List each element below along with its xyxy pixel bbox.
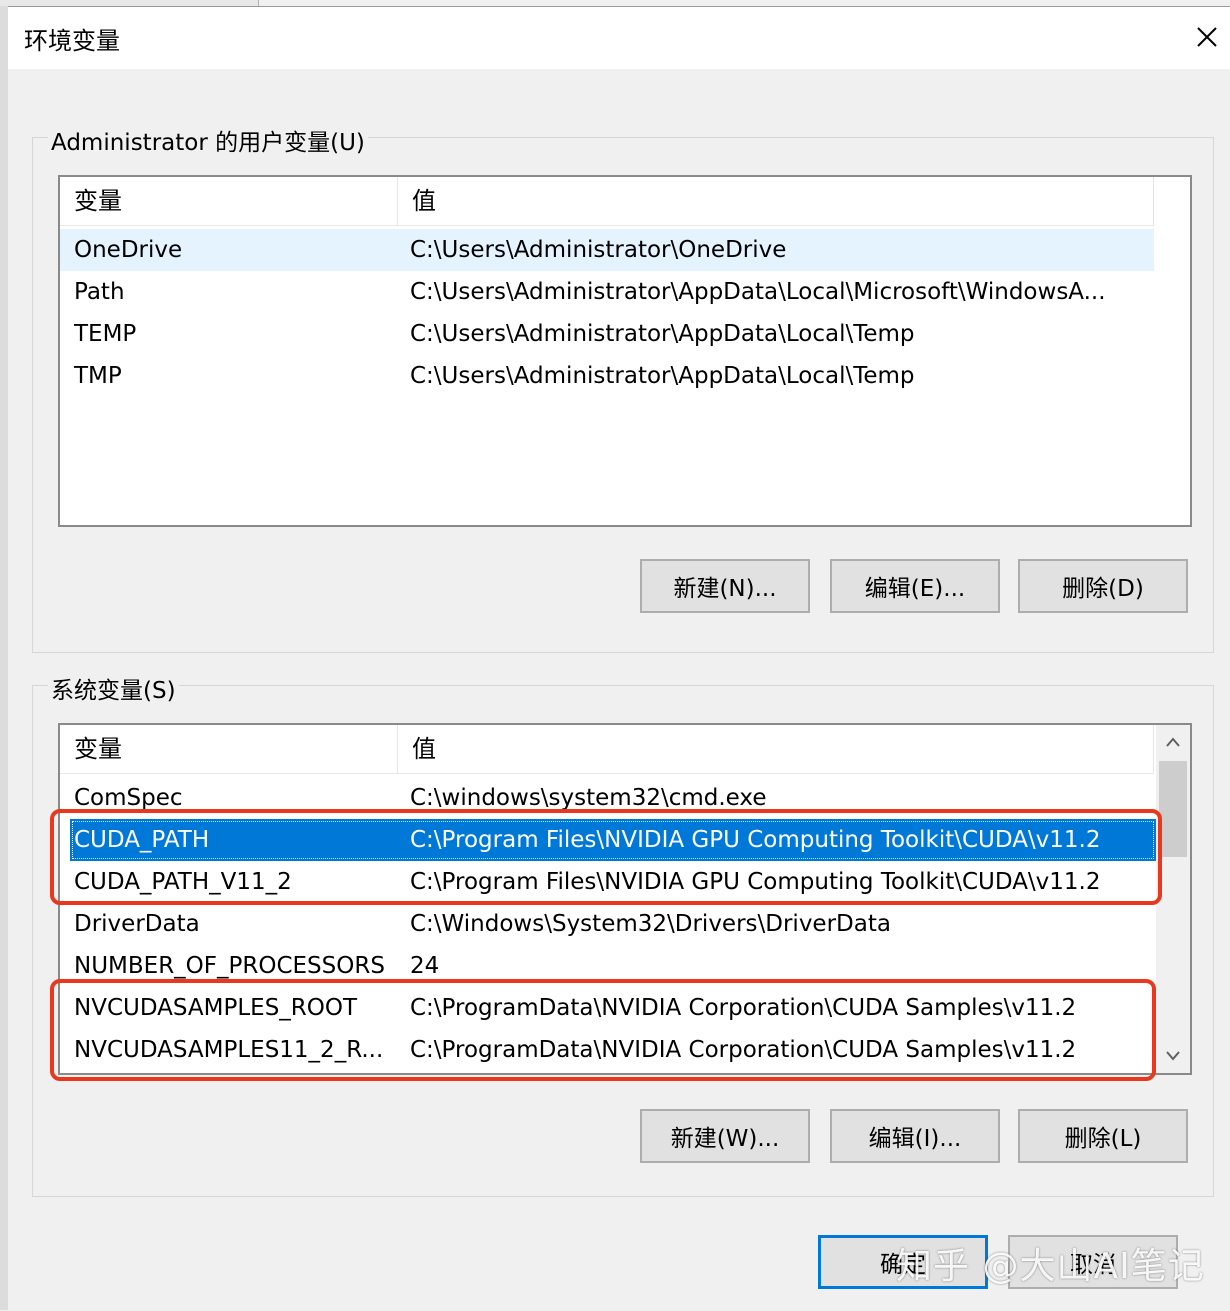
system-edit-button[interactable]: 编辑(I)... [830,1109,1000,1163]
list-item-selected[interactable]: CUDA_PATH C:\Program Files\NVIDIA GPU Co… [70,819,1156,861]
variable-name: TMP [74,363,122,389]
variable-value: C:\Users\Administrator\AppData\Local\Mic… [410,279,1106,305]
variable-name: NVCUDASAMPLES_ROOT [74,995,358,1021]
system-delete-button[interactable]: 删除(L) [1018,1109,1188,1163]
list-item[interactable]: NVCUDASAMPLES11_2_R... C:\ProgramData\NV… [60,1029,1156,1071]
variable-name: Path [74,279,125,305]
variable-name: CUDA_PATH_V11_2 [74,869,292,895]
variable-name: ComSpec [74,785,183,811]
variable-value: C:\Program Files\NVIDIA GPU Computing To… [410,869,1101,895]
list-item[interactable]: TEMP C:\Users\Administrator\AppData\Loca… [60,313,1154,355]
variable-name: NVCUDASAMPLES11_2_R... [74,1037,384,1063]
user-edit-button[interactable]: 编辑(E)... [830,559,1000,613]
column-header-variable[interactable]: 变量 [60,177,398,225]
variable-value: C:\ProgramData\NVIDIA Corporation\CUDA S… [410,1037,1077,1063]
system-new-button[interactable]: 新建(W)... [640,1109,810,1163]
close-button[interactable] [1184,7,1230,67]
list-item[interactable]: Path C:\Users\Administrator\AppData\Loca… [60,271,1154,313]
watermark: 知乎 @大山AI笔记 [896,1246,1205,1287]
user-list-header: 变量 值 [60,177,1154,226]
chevron-down-icon [1166,1051,1180,1061]
list-item[interactable]: CUDA_PATH_V11_2 C:\Program Files\NVIDIA … [60,861,1156,903]
scroll-up-button[interactable] [1156,725,1190,759]
variable-value: C:\Users\Administrator\AppData\Local\Tem… [410,363,915,389]
scroll-thumb[interactable] [1159,761,1187,857]
user-variables-label: Administrator 的用户变量(U) [48,123,368,157]
variable-value: C:\Program Files\NVIDIA GPU Computing To… [410,827,1101,853]
list-item[interactable]: NUMBER_OF_PROCESSORS 24 [60,945,1156,987]
variable-value: C:\ProgramData\NVIDIA Corporation\CUDA S… [410,995,1077,1021]
window-title: 环境变量 [24,27,120,55]
user-delete-button[interactable]: 删除(D) [1018,559,1188,613]
list-item[interactable]: TMP C:\Users\Administrator\AppData\Local… [60,355,1154,397]
variable-name: DriverData [74,911,200,937]
variable-name: CUDA_PATH [74,827,210,853]
scroll-down-button[interactable] [1156,1039,1190,1073]
list-item[interactable]: ComSpec C:\windows\system32\cmd.exe [60,777,1156,819]
variable-value: C:\windows\system32\cmd.exe [410,785,767,811]
vertical-scrollbar[interactable] [1156,725,1190,1073]
variable-value: 24 [410,953,440,979]
chevron-up-icon [1166,737,1180,747]
system-list-header: 变量 值 [60,725,1154,774]
environment-variables-dialog: 环境变量 Administrator 的用户变量(U) 变量 值 OneDriv… [8,6,1230,1311]
close-icon [1197,27,1217,47]
user-variables-list[interactable]: 变量 值 OneDrive C:\Users\Administrator\One… [58,175,1192,527]
system-variables-list[interactable]: 变量 值 ComSpec C:\windows\system32\cmd.exe… [58,723,1192,1075]
variable-value: C:\Users\Administrator\AppData\Local\Tem… [410,321,915,347]
system-variables-label: 系统变量(S) [48,671,179,705]
column-header-value[interactable]: 值 [398,177,1154,225]
variable-value: C:\Users\Administrator\OneDrive [410,237,787,263]
user-new-button[interactable]: 新建(N)... [640,559,810,613]
variable-value: C:\Windows\System32\Drivers\DriverData [410,911,891,937]
variable-name: NUMBER_OF_PROCESSORS [74,953,385,979]
variable-name: TEMP [74,321,137,347]
list-item[interactable]: NVCUDASAMPLES_ROOT C:\ProgramData\NVIDIA… [60,987,1156,1029]
title-bar: 环境变量 [8,7,1230,69]
variable-name: OneDrive [74,237,183,263]
list-item[interactable]: DriverData C:\Windows\System32\Drivers\D… [60,903,1156,945]
column-header-variable[interactable]: 变量 [60,725,398,773]
list-item[interactable]: OneDrive C:\Users\Administrator\OneDrive [60,229,1154,271]
column-header-value[interactable]: 值 [398,725,1154,773]
